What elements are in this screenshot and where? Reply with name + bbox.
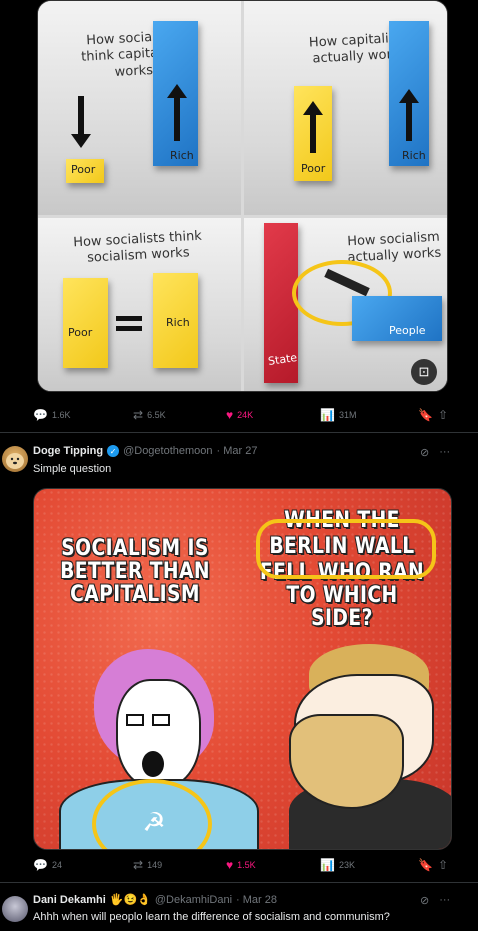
- avatar[interactable]: [2, 896, 28, 922]
- bookmark-icon: 🔖: [418, 408, 433, 422]
- reply-icon: 💬: [33, 858, 48, 872]
- divider: [0, 882, 478, 883]
- bookmark-icon: 🔖: [418, 858, 433, 872]
- tweet-date[interactable]: · Mar 28: [236, 894, 277, 906]
- display-name[interactable]: Doge Tipping: [33, 445, 103, 457]
- up-arrow-icon: [399, 89, 419, 141]
- like-count: 1.5K: [237, 860, 256, 870]
- block-label-rich: Rich: [170, 149, 194, 162]
- panel-capitalism-actually: How capitalism actually works Poor Rich: [244, 1, 447, 215]
- up-arrow-icon: [167, 84, 187, 141]
- reply-button[interactable]: 💬 1.6K: [33, 409, 70, 421]
- display-name[interactable]: Dani Dekamhi: [33, 894, 106, 906]
- share-button[interactable]: ⇧: [438, 409, 448, 421]
- bookmark-button[interactable]: 🔖: [418, 859, 433, 871]
- reply-count: 24: [51, 860, 62, 870]
- retweet-count: 6.5K: [147, 410, 166, 420]
- tweet2-action-bar: 💬 24 ⇄ 149 ♥ 1.5K 📊 23K 🔖 ⇧: [33, 854, 451, 876]
- media-expand-icon[interactable]: ⊡: [411, 359, 437, 385]
- doge-avatar-icon: [6, 453, 24, 469]
- panel-socialists-think-socialism: How socialists think socialism works Poo…: [38, 218, 241, 391]
- reply-icon: 💬: [33, 408, 48, 422]
- heart-icon: ♥: [226, 408, 234, 422]
- like-count: 24K: [237, 410, 254, 420]
- panel-socialists-think-capitalism: How socialists think capitalism works Po…: [38, 1, 241, 215]
- tweet3-menu: ⊘ ···: [420, 894, 450, 907]
- bookmark-button[interactable]: 🔖: [418, 409, 433, 421]
- block-label-rich: Rich: [166, 316, 190, 329]
- views-button[interactable]: 📊 23K: [320, 859, 355, 871]
- more-options-icon[interactable]: ···: [439, 446, 450, 459]
- retweet-button[interactable]: ⇄ 149: [133, 859, 162, 871]
- grok-icon[interactable]: ⊘: [420, 446, 429, 459]
- like-button[interactable]: ♥ 24K: [226, 409, 253, 421]
- block-label-poor: Poor: [301, 162, 326, 175]
- panel-socialism-actually: How socialism actually works State Peopl…: [244, 218, 447, 391]
- retweet-count: 149: [147, 860, 163, 870]
- panel-caption: How socialists think socialism works: [72, 228, 203, 266]
- tweet2-menu: ⊘ ···: [420, 446, 450, 459]
- block-label-rich: Rich: [402, 149, 426, 162]
- up-arrow-icon: [303, 101, 323, 153]
- tweet-media-meme-image[interactable]: SOCIALISM IS BETTER THAN CAPITALISM WHEN…: [33, 488, 452, 850]
- like-button[interactable]: ♥ 1.5K: [226, 859, 256, 871]
- down-arrow-icon: [71, 96, 91, 148]
- tweet1-action-bar: 💬 1.6K ⇄ 6.5K ♥ 24K 📊 31M 🔖 ⇧: [33, 404, 451, 426]
- tweet-text: Simple question: [33, 463, 112, 475]
- name-emojis: 🖐😉👌: [109, 894, 151, 906]
- meme-left-text: SOCIALISM IS BETTER THAN CAPITALISM: [60, 536, 210, 608]
- tweet-date[interactable]: · Mar 27: [217, 445, 258, 457]
- tweet-text: Ahhh when will peoplo learn the differen…: [33, 911, 390, 923]
- tweet-media-comparison-image[interactable]: How socialists think capitalism works Po…: [37, 0, 448, 392]
- more-options-icon[interactable]: ···: [439, 894, 450, 907]
- views-count: 23K: [338, 860, 355, 870]
- poor-block: [63, 278, 108, 368]
- heart-icon: ♥: [226, 858, 234, 872]
- views-icon: 📊: [320, 858, 335, 872]
- divider: [0, 432, 478, 433]
- views-button[interactable]: 📊 31M: [320, 409, 356, 421]
- retweet-button[interactable]: ⇄ 6.5K: [133, 409, 166, 421]
- equals-icon: [116, 326, 142, 331]
- glasses-icon: [152, 714, 170, 726]
- share-icon: ⇧: [438, 408, 449, 422]
- reply-count: 1.6K: [51, 410, 71, 420]
- verified-icon: ✓: [107, 445, 120, 457]
- block-label-poor: Poor: [68, 326, 93, 339]
- avatar[interactable]: [2, 446, 28, 472]
- glasses-icon: [126, 714, 144, 726]
- grok-icon[interactable]: ⊘: [420, 894, 429, 907]
- user-handle[interactable]: @Dogetothemoon: [123, 445, 212, 457]
- user-handle[interactable]: @DekamhiDani: [155, 894, 232, 906]
- retweet-icon: ⇄: [133, 858, 144, 872]
- retweet-icon: ⇄: [133, 408, 144, 422]
- reply-button[interactable]: 💬 24: [33, 859, 62, 871]
- equals-icon: [116, 316, 142, 321]
- tweet3-header: Dani Dekamhi 🖐😉👌 @DekamhiDani · Mar 28: [33, 893, 277, 907]
- tweet2-header: Doge Tipping ✓ @Dogetothemoon · Mar 27: [33, 445, 258, 457]
- open-mouth: [142, 751, 164, 777]
- views-count: 31M: [338, 410, 357, 420]
- block-label-poor: Poor: [71, 163, 96, 176]
- highlight-circle: [256, 519, 436, 579]
- views-icon: 📊: [320, 408, 335, 422]
- share-button[interactable]: ⇧: [438, 859, 448, 871]
- share-icon: ⇧: [438, 858, 449, 872]
- block-label-people: People: [389, 324, 426, 337]
